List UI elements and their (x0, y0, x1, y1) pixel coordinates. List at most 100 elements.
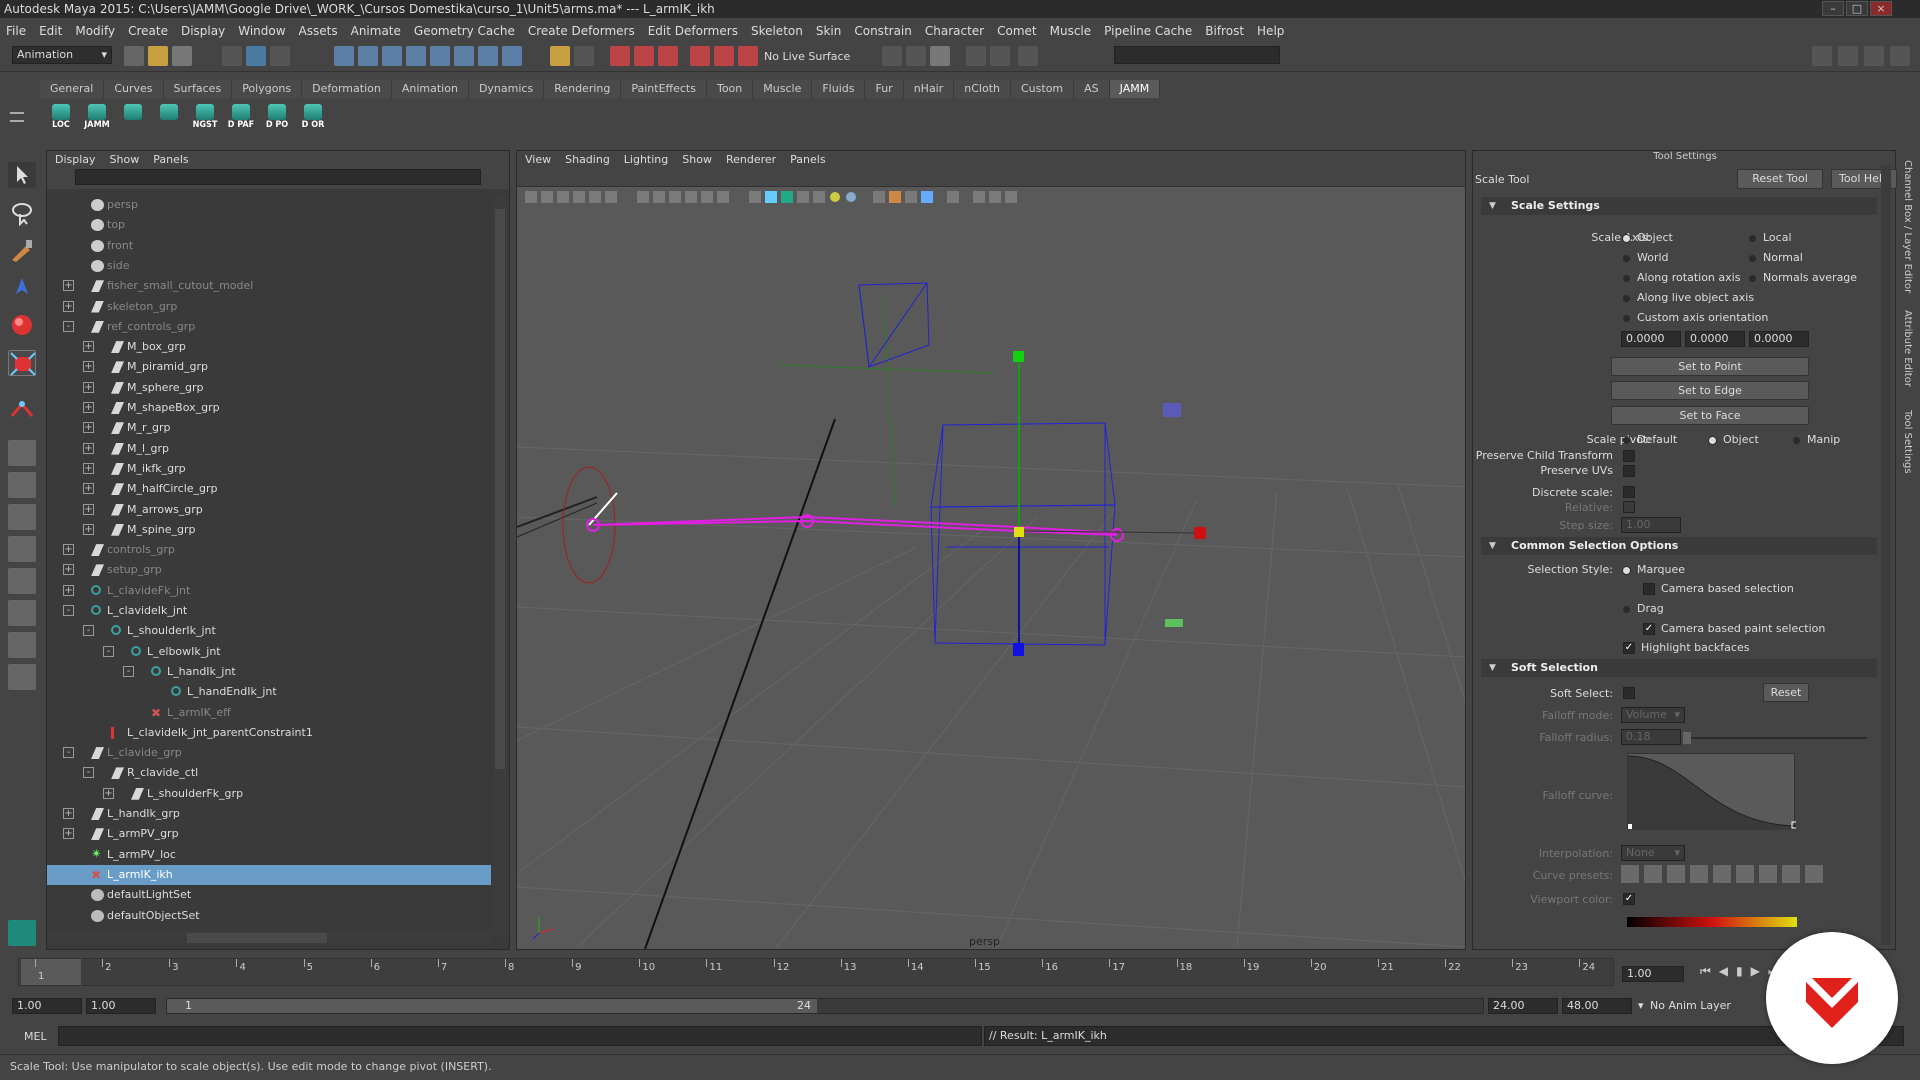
outliner-row[interactable]: - L_handIk_jnt (47, 662, 491, 682)
paint-select-tool-icon[interactable] (8, 238, 36, 264)
current-frame-field[interactable]: 1.00 (1622, 966, 1684, 982)
preserve-child-checkbox[interactable] (1623, 450, 1635, 462)
show-channel-box-icon[interactable] (1890, 46, 1910, 66)
axis-live-object-radio[interactable]: Along live object axis (1623, 291, 1754, 304)
custom-axis-y-field[interactable]: 0.0000 (1685, 331, 1745, 347)
outliner-row[interactable]: + M_ikfk_grp (47, 459, 491, 479)
layout-graph-icon[interactable] (8, 568, 36, 594)
input-line-icon[interactable] (906, 46, 926, 66)
expand-icon[interactable]: + (103, 787, 114, 799)
shelf-menu-icon[interactable] (10, 106, 30, 136)
layout-side-icon[interactable] (8, 504, 36, 530)
set-to-face-button[interactable]: Set to Face (1611, 406, 1809, 425)
render-view-icon[interactable] (610, 46, 630, 66)
script-editor-icon[interactable] (930, 46, 950, 66)
outliner-row[interactable]: L_clavideIk_jnt_parentConstraint1 (47, 723, 491, 743)
select-hierarchy-icon[interactable] (222, 46, 242, 66)
shelf-button-jamm[interactable]: JAMM (80, 102, 114, 136)
soft-select-checkbox[interactable] (1623, 687, 1635, 699)
outliner-row[interactable]: top (47, 215, 491, 235)
outliner-menu-panels[interactable]: Panels (153, 153, 188, 166)
snap-curve-icon[interactable] (358, 46, 378, 66)
outliner-row[interactable]: defaultLightSet (47, 885, 491, 905)
shelf-tab-polygons[interactable]: Polygons (232, 80, 303, 98)
shelf-tab-jamm[interactable]: JAMM (1109, 80, 1161, 98)
menu-constrain[interactable]: Constrain (854, 24, 912, 38)
shelf-button-d-or[interactable]: D OR (296, 102, 330, 136)
viewport-menu-show[interactable]: Show (682, 153, 712, 166)
axis-local-radio[interactable]: Local (1749, 231, 1792, 244)
shelf-button-loc[interactable]: LOC (44, 102, 78, 136)
scale-tool-icon[interactable] (8, 350, 36, 376)
outliner-row[interactable]: + setup_grp (47, 560, 491, 580)
quick-select-field[interactable] (1114, 46, 1280, 64)
shelf-tab-surfaces[interactable]: Surfaces (163, 80, 233, 98)
menu-file[interactable]: File (6, 24, 26, 38)
collapse-icon[interactable]: - (83, 625, 94, 637)
outliner-row[interactable]: - L_elbowIk_jnt (47, 642, 491, 662)
shelf-button-tool-3[interactable] (152, 102, 186, 136)
viewport-menu-shading[interactable]: Shading (565, 153, 610, 166)
outliner-row[interactable]: + M_spine_grp (47, 520, 491, 540)
outliner-row[interactable]: + L_shoulderFk_grp (47, 784, 491, 804)
falloff-mode-dropdown[interactable]: Volume ▾ (1621, 707, 1685, 723)
minimize-button[interactable]: – (1822, 1, 1844, 16)
outliner-row[interactable]: - L_clavide_grp (47, 743, 491, 763)
common-selection-header[interactable]: Common Selection Options (1481, 537, 1877, 555)
outliner-row[interactable]: + M_arrows_grp (47, 500, 491, 520)
outliner-menu-display[interactable]: Display (55, 153, 96, 166)
expand-icon[interactable]: + (83, 422, 94, 434)
shelf-tab-painteffects[interactable]: PaintEffects (621, 80, 707, 98)
outliner-row[interactable]: + L_armPV_grp (47, 824, 491, 844)
axis-rotation-radio[interactable]: Along rotation axis (1623, 271, 1740, 284)
preserve-uvs-checkbox[interactable] (1623, 465, 1635, 477)
marquee-radio[interactable]: Marquee (1623, 563, 1685, 576)
menu-pipeline-cache[interactable]: Pipeline Cache (1104, 24, 1192, 38)
range-slider[interactable]: 1 24 (166, 998, 1484, 1014)
collapse-icon[interactable]: - (63, 320, 74, 332)
outliner-icon[interactable] (1018, 46, 1038, 66)
shelf-tab-as[interactable]: AS (1074, 80, 1110, 98)
snap-point-icon[interactable] (382, 46, 402, 66)
menu-skeleton[interactable]: Skeleton (751, 24, 803, 38)
move-tool-icon[interactable] (8, 276, 36, 302)
ipr-render-icon[interactable] (658, 46, 678, 66)
pivot-object-radio[interactable]: Object (1709, 433, 1759, 446)
pole-vector-locator[interactable] (778, 282, 996, 508)
reset-tool-button[interactable]: Reset Tool (1737, 169, 1823, 189)
menu-skin[interactable]: Skin (816, 24, 842, 38)
falloff-curve-graph[interactable] (1627, 753, 1799, 830)
pivot-manip-radio[interactable]: Manip (1793, 433, 1840, 446)
tab-tool-settings[interactable]: Tool Settings (1902, 410, 1913, 474)
lock-icon[interactable] (550, 46, 570, 66)
show-tool-settings-icon[interactable] (1864, 46, 1884, 66)
menu-set-dropdown[interactable]: Animation ▾ (12, 46, 112, 64)
step-size-field[interactable]: 1.00 (1621, 517, 1681, 533)
layout-four-icon[interactable] (8, 472, 36, 498)
animation-start-field[interactable]: 1.00 (12, 998, 82, 1014)
shelf-tab-deformation[interactable]: Deformation (302, 80, 392, 98)
shelf-button-ngst[interactable]: NGST (188, 102, 222, 136)
tool-settings-scrollbar[interactable] (1881, 165, 1891, 945)
scale-manipulator[interactable] (1013, 351, 1206, 656)
discrete-scale-checkbox[interactable] (1623, 486, 1635, 498)
outliner-row[interactable]: ✖ L_armIK_ikh (47, 864, 491, 885)
highlight-backfaces-checkbox[interactable]: ✓ (1623, 642, 1635, 654)
viewport-menu-renderer[interactable]: Renderer (726, 153, 776, 166)
custom-axis-z-field[interactable]: 0.0000 (1749, 331, 1809, 347)
viewport-menu-lighting[interactable]: Lighting (624, 153, 668, 166)
collapse-icon[interactable]: - (123, 665, 134, 677)
shelf-tab-custom[interactable]: Custom (1011, 80, 1075, 98)
select-tool-icon[interactable] (8, 162, 36, 188)
menu-help[interactable]: Help (1257, 24, 1284, 38)
expand-icon[interactable]: + (63, 808, 74, 819)
axis-object-radio[interactable]: Object (1623, 231, 1673, 244)
outliner-row[interactable]: + skeleton_grp (47, 297, 491, 317)
axis-normals-average-radio[interactable]: Normals average (1749, 271, 1857, 284)
outliner-row[interactable]: + M_sphere_grp (47, 378, 491, 398)
outliner-row[interactable]: + M_r_grp (47, 418, 491, 438)
expand-icon[interactable]: + (63, 300, 74, 312)
menu-create-deformers[interactable]: Create Deformers (528, 24, 635, 38)
expand-icon[interactable]: + (83, 341, 94, 353)
expand-icon[interactable]: + (63, 564, 74, 576)
